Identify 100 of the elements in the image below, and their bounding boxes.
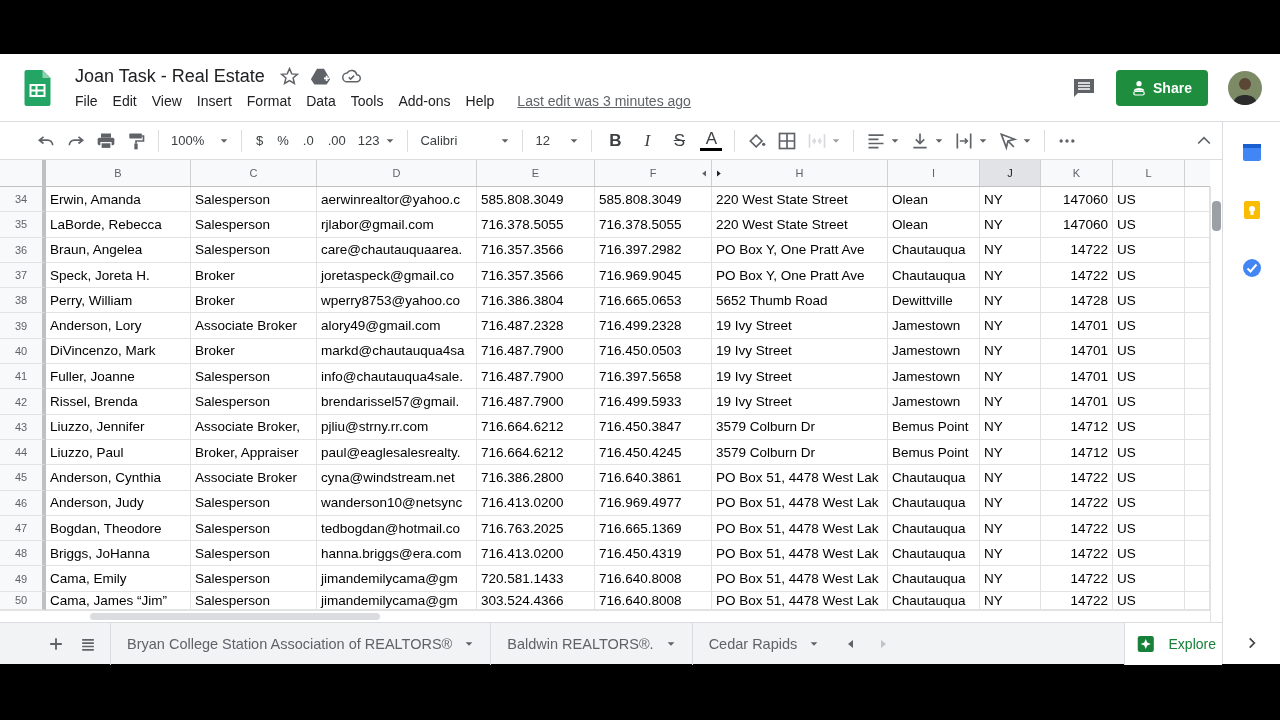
table-cell: Salesperson (191, 212, 317, 238)
table-cell: cyna@windstream.net (317, 465, 477, 491)
row-number[interactable]: 45 (0, 465, 46, 491)
table-cell: Braun, Angelea (46, 237, 191, 263)
table-cell: Chautauqua (888, 237, 980, 263)
number-format-dropdown[interactable]: 123 (357, 133, 396, 148)
row-number[interactable]: 44 (0, 439, 46, 466)
table-cell: Chautauqua (888, 515, 980, 542)
person-icon[interactable] (1132, 79, 1147, 96)
column-header[interactable]: L (1113, 160, 1185, 186)
column-header[interactable]: E (477, 160, 595, 186)
table-cell: Bogdan, Theodore (46, 515, 191, 542)
row-number[interactable]: 42 (0, 389, 46, 415)
row-number[interactable]: 34 (0, 187, 46, 213)
table-cell: 716.386.3804 (477, 288, 595, 314)
menu-item[interactable]: Add-ons (398, 93, 451, 109)
table-cell: 716.640.8008 (595, 566, 712, 592)
table-cell: Bemus Point (888, 439, 980, 466)
percent-button[interactable]: % (275, 133, 291, 148)
row-number[interactable]: 37 (0, 262, 46, 289)
table-cell: Erwin, Amanda (46, 187, 191, 213)
column-header[interactable]: K (1041, 160, 1113, 186)
row-number[interactable]: 49 (0, 566, 46, 592)
decrease-decimals-button[interactable]: .0 (300, 133, 316, 148)
menu-item[interactable]: File (75, 93, 98, 109)
column-header[interactable]: B (46, 160, 191, 186)
last-edit-link[interactable]: Last edit was 3 minutes ago (517, 93, 691, 109)
borders-icon[interactable] (777, 130, 798, 151)
menu-item[interactable]: Help (465, 93, 495, 109)
table-cell: Jamestown (888, 389, 980, 415)
row-number[interactable]: 46 (0, 490, 46, 516)
table-cell: NY (980, 338, 1041, 365)
table-cell: PO Box 51, 4478 West Lak (712, 465, 888, 491)
share-button[interactable]: Share (1116, 69, 1208, 106)
table-cell: 14701 (1041, 338, 1113, 365)
table-cell: Bemus Point (888, 414, 980, 440)
currency-button[interactable]: $ (254, 133, 266, 148)
row-number[interactable]: 39 (0, 313, 46, 339)
calendar-icon[interactable] (1241, 142, 1262, 162)
row-number[interactable]: 48 (0, 541, 46, 567)
row-number[interactable]: 36 (0, 237, 46, 263)
table-cell: US (1113, 288, 1185, 314)
menu-item[interactable]: View (151, 93, 182, 109)
zoom-dropdown[interactable]: 100% (171, 133, 229, 148)
row-number[interactable]: 47 (0, 515, 46, 542)
increase-decimals-button[interactable]: .00 (325, 133, 348, 148)
table-cell: NY (980, 465, 1041, 491)
table-cell: Broker (191, 288, 317, 314)
row-number[interactable]: 40 (0, 338, 46, 365)
table-cell: Jamestown (888, 364, 980, 390)
table-cell: Fuller, Joanne (46, 364, 191, 390)
sheets-logo-icon[interactable] (24, 69, 51, 106)
table-cell: 14712 (1041, 414, 1113, 440)
scrollbar-thumb[interactable] (1212, 201, 1221, 231)
table-cell: 19 Ivy Street (712, 364, 888, 390)
table-cell: Associate Broker (191, 465, 317, 491)
star-icon[interactable] (278, 66, 300, 87)
table-cell: NY (980, 212, 1041, 238)
table-cell: PO Box Y, One Pratt Ave (712, 237, 888, 263)
scrollbar-thumb[interactable] (90, 613, 380, 620)
text-rotate-icon[interactable] (998, 130, 1019, 151)
menu-item[interactable]: Data (306, 93, 336, 109)
menu-item[interactable]: Insert (196, 93, 232, 109)
table-cell: 19 Ivy Street (712, 338, 888, 365)
table-cell: Broker (191, 338, 317, 365)
menu-item[interactable]: Tools (350, 93, 384, 109)
strike-button[interactable]: S (668, 130, 691, 151)
menu-item[interactable]: Format (246, 93, 292, 109)
column-header[interactable]: C (191, 160, 317, 186)
bold-button[interactable]: B (604, 130, 627, 151)
table-cell: jimandemilycama@gm (317, 566, 477, 592)
text-color-button[interactable]: A (700, 130, 723, 151)
menu-item[interactable]: Edit (112, 93, 137, 109)
document-title[interactable]: Joan Task - Real Estate (75, 66, 265, 87)
table-cell: 147060 (1041, 187, 1113, 213)
font-dropdown[interactable]: Calibri (420, 133, 511, 148)
table-cell: Anderson, Cynthia (46, 465, 191, 491)
column-header[interactable]: D (317, 160, 477, 186)
table-cell: markd@chautauqua4sa (317, 338, 477, 365)
table-cell: LaBorde, Rebecca (46, 212, 191, 238)
drive-icon[interactable] (309, 66, 331, 87)
table-cell: rjlabor@gmail.com (317, 212, 477, 238)
column-header[interactable]: F (595, 160, 712, 186)
row-number[interactable]: 38 (0, 288, 46, 314)
column-header[interactable]: J (980, 160, 1041, 186)
avatar-icon[interactable] (1228, 70, 1262, 105)
table-cell: 716.969.9045 (595, 262, 712, 289)
table-cell: 14701 (1041, 313, 1113, 339)
row-number[interactable]: 35 (0, 212, 46, 238)
table-cell: 14701 (1041, 389, 1113, 415)
font-size-dropdown[interactable]: 12 (535, 133, 580, 148)
row-number[interactable]: 41 (0, 364, 46, 390)
row-number[interactable]: 43 (0, 414, 46, 440)
table-cell: Rissel, Brenda (46, 389, 191, 415)
column-header[interactable]: H (712, 160, 888, 186)
table-cell: 716.969.4977 (595, 490, 712, 516)
explore-icon[interactable] (1137, 634, 1155, 653)
italic-button[interactable]: I (636, 130, 659, 151)
explore-button[interactable]: Explore (1124, 622, 1222, 665)
tasks-icon[interactable] (1241, 258, 1262, 278)
